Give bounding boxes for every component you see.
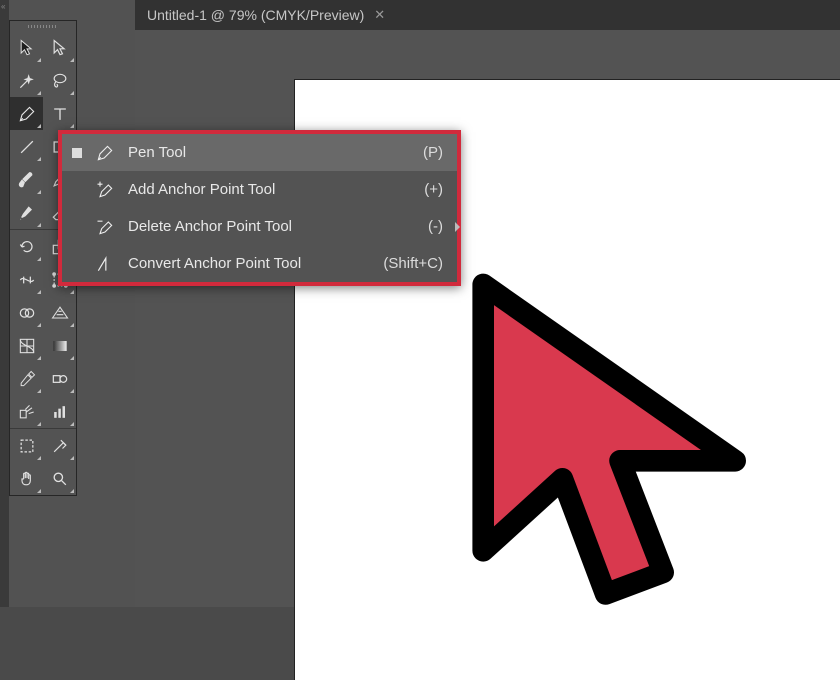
- convert-point-icon: [92, 254, 118, 274]
- flyout-item-label: Pen Tool: [128, 144, 423, 161]
- flyout-item-shortcut: (+): [424, 181, 443, 198]
- document-tab[interactable]: Untitled-1 @ 79% (CMYK/Preview) ✕: [135, 0, 397, 30]
- rotate-tool[interactable]: [10, 230, 43, 263]
- shape-builder-tool[interactable]: [10, 296, 43, 329]
- direct-selection-tool[interactable]: [43, 31, 76, 64]
- flyout-item-add-anchor[interactable]: Add Anchor Point Tool (+): [62, 171, 457, 208]
- pen-tool-flyout: Pen Tool (P) Add Anchor Point Tool (+) D…: [58, 130, 461, 286]
- paintbrush-tool[interactable]: [10, 163, 43, 196]
- pen-tool[interactable]: [10, 97, 43, 130]
- selected-indicator: [72, 148, 82, 158]
- flyout-item-pen-tool[interactable]: Pen Tool (P): [62, 134, 457, 171]
- width-tool[interactable]: [10, 263, 43, 296]
- panel-collapse-handle[interactable]: [0, 0, 9, 607]
- flyout-item-shortcut: (-): [428, 218, 443, 235]
- panel-grip[interactable]: [10, 21, 76, 31]
- flyout-item-label: Add Anchor Point Tool: [128, 181, 424, 198]
- column-graph-tool[interactable]: [43, 395, 76, 428]
- zoom-tool[interactable]: [43, 462, 76, 495]
- blend-tool[interactable]: [43, 362, 76, 395]
- slice-tool[interactable]: [43, 429, 76, 462]
- document-tab-bar: Untitled-1 @ 79% (CMYK/Preview) ✕: [135, 0, 840, 30]
- line-segment-tool[interactable]: [10, 130, 43, 163]
- hand-tool[interactable]: [10, 462, 43, 495]
- flyout-item-convert-anchor[interactable]: Convert Anchor Point Tool (Shift+C): [62, 245, 457, 282]
- mesh-tool[interactable]: [10, 329, 43, 362]
- blob-brush-tool[interactable]: [10, 196, 43, 229]
- submenu-arrow-icon: [455, 222, 460, 232]
- lasso-tool[interactable]: [43, 64, 76, 97]
- pen-icon: [92, 143, 118, 163]
- symbol-sprayer-tool[interactable]: [10, 395, 43, 428]
- pen-minus-icon: [92, 217, 118, 237]
- pen-plus-icon: [92, 180, 118, 200]
- document-tab-title: Untitled-1 @ 79% (CMYK/Preview): [147, 7, 364, 23]
- gradient-tool[interactable]: [43, 329, 76, 362]
- selection-tool[interactable]: [10, 31, 43, 64]
- flyout-item-delete-anchor[interactable]: Delete Anchor Point Tool (-): [62, 208, 457, 245]
- flyout-item-shortcut: (Shift+C): [383, 255, 443, 272]
- perspective-grid-tool[interactable]: [43, 296, 76, 329]
- flyout-item-label: Delete Anchor Point Tool: [128, 218, 428, 235]
- flyout-item-label: Convert Anchor Point Tool: [128, 255, 383, 272]
- close-tab-icon[interactable]: ✕: [374, 7, 385, 23]
- magic-wand-tool[interactable]: [10, 64, 43, 97]
- canvas-area: [135, 30, 840, 607]
- flyout-item-shortcut: (P): [423, 144, 443, 161]
- artboard-tool[interactable]: [10, 429, 43, 462]
- eyedropper-tool[interactable]: [10, 362, 43, 395]
- type-tool[interactable]: [43, 97, 76, 130]
